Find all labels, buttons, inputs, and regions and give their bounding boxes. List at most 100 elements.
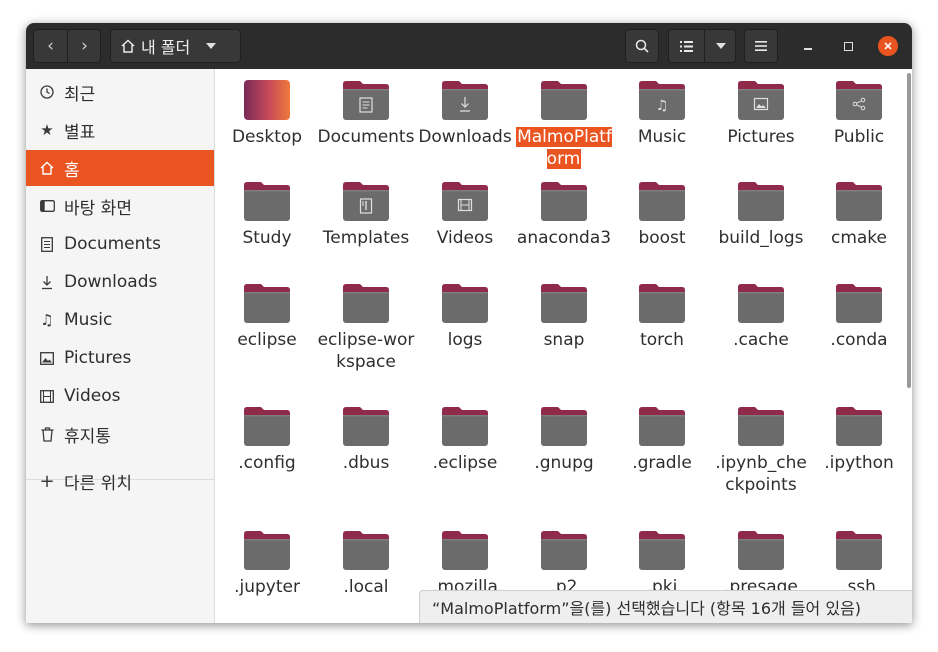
file-name: snap (543, 330, 585, 350)
trash-icon (38, 426, 56, 442)
sidebar-item-label: 최근 (64, 84, 96, 105)
svg-text:♫: ♫ (656, 98, 669, 114)
folder-icon (738, 180, 784, 222)
file-name: .jupyter (234, 577, 300, 597)
sidebar-item-label: 바탕 화면 (64, 198, 132, 219)
folder-icon (639, 529, 685, 571)
sidebar-item-label: 별표 (64, 122, 96, 143)
file-name: eclipse (237, 330, 297, 350)
maximize-button[interactable] (838, 36, 858, 56)
folder-icon (442, 529, 488, 571)
menu-button[interactable] (744, 29, 778, 63)
file-name: cmake (830, 228, 888, 248)
folder-icon (541, 79, 587, 121)
file-name: .config (238, 453, 296, 473)
sidebar-item-label: Videos (64, 386, 121, 406)
music-folder-icon: ♫ (639, 79, 685, 121)
file-name: boost (638, 228, 686, 248)
sidebar-item-videos[interactable]: Videos (26, 378, 214, 414)
file-name: Public (833, 127, 885, 147)
file-name: Videos (436, 228, 494, 248)
folder-icon (442, 282, 488, 324)
file-name: build_logs (718, 228, 804, 248)
sidebar-item-music[interactable]: ♫ Music (26, 302, 214, 338)
back-button[interactable]: ‹ (34, 30, 67, 62)
sidebar-item-recent[interactable]: 최근 (26, 74, 214, 110)
videos-folder-icon (442, 180, 488, 222)
folder-icon (343, 529, 389, 571)
file-name: Study (242, 228, 292, 248)
sidebar-item-label: Documents (64, 234, 161, 254)
view-options-button[interactable] (705, 30, 736, 62)
search-button[interactable] (625, 29, 659, 63)
maximize-icon (843, 41, 853, 51)
download-icon (38, 275, 56, 290)
folder-icon (541, 180, 587, 222)
path-label: 내 폴더 (141, 38, 191, 57)
folder-icon (244, 405, 290, 447)
file-name: .dbus (342, 453, 390, 473)
close-icon (884, 42, 892, 50)
desktop-folder-icon (244, 79, 290, 121)
search-icon (635, 39, 649, 53)
sidebar-item-other-locations[interactable]: + 다른 위치 (26, 463, 214, 499)
file-name: .cache (733, 330, 789, 350)
sidebar-item-label: 다른 위치 (64, 473, 132, 494)
folder-icon (244, 282, 290, 324)
places-sidebar: 최근 ★ 별표 홈 바탕 화면 Documents Downloads ♫ Mu… (26, 69, 215, 623)
folder-icon (639, 282, 685, 324)
file-name: Pictures (727, 127, 795, 147)
path-bar-home[interactable]: 내 폴더 (110, 29, 241, 63)
minimize-button[interactable] (798, 36, 818, 56)
file-name: Downloads (418, 127, 512, 147)
minimize-icon (804, 48, 812, 50)
chevron-right-icon: › (81, 36, 88, 56)
chevron-down-icon[interactable] (206, 43, 217, 49)
hamburger-icon (755, 41, 767, 51)
desktop-icon (38, 200, 56, 212)
file-grid: Desktop Documents Downloads MalmoPlatform ♫ M… (215, 69, 912, 623)
sidebar-item-label: Music (64, 310, 113, 330)
file-name: Music (637, 127, 687, 147)
folder-icon (442, 405, 488, 447)
close-button[interactable] (878, 36, 898, 56)
file-name: .conda (830, 330, 888, 350)
file-manager-window: ‹ › 내 폴더 최근 ★ 별표 홈 바탕 화면 Documents Downl… (26, 23, 912, 623)
folder-icon (738, 529, 784, 571)
file-name: anaconda3 (516, 228, 612, 248)
folder-icon (738, 282, 784, 324)
music-icon: ♫ (40, 311, 54, 329)
file-name: logs (447, 330, 483, 350)
folder-icon (541, 529, 587, 571)
sidebar-item-label: 휴지통 (64, 426, 111, 447)
sidebar-item-pictures[interactable]: Pictures (26, 340, 214, 376)
sidebar-item-documents[interactable]: Documents (26, 226, 214, 262)
forward-button[interactable]: › (68, 30, 101, 62)
navigation-buttons: ‹ › (33, 29, 101, 63)
folder-icon (836, 282, 882, 324)
status-floating-bar: “MalmoPlatform”을(를) 선택했습니다 (항목 16개 들어 있음… (419, 590, 912, 623)
folder-icon (244, 529, 290, 571)
sidebar-item-downloads[interactable]: Downloads (26, 264, 214, 300)
folder-icon (836, 180, 882, 222)
sidebar-item-trash[interactable]: 휴지통 (26, 416, 214, 452)
home-icon (38, 161, 56, 175)
sidebar-item-starred[interactable]: ★ 별표 (26, 112, 214, 148)
star-icon: ★ (40, 121, 54, 139)
folder-icon (343, 405, 389, 447)
file-name: Desktop (231, 127, 303, 147)
view-toggle-group (668, 29, 736, 63)
list-view-button[interactable] (669, 30, 704, 62)
sidebar-item-label: Pictures (64, 348, 132, 368)
plus-icon: + (39, 470, 55, 492)
folder-icon (244, 180, 290, 222)
file-name: .ipython (824, 453, 894, 473)
file-name: MalmoPlatform (516, 127, 612, 169)
downloads-folder-icon (442, 79, 488, 121)
file-name: .gradle (632, 453, 692, 473)
sidebar-item-desktop[interactable]: 바탕 화면 (26, 188, 214, 224)
file-name: torch (640, 330, 684, 350)
document-icon (38, 236, 56, 252)
sidebar-item-home[interactable]: 홈 (26, 150, 214, 186)
vertical-scrollbar[interactable] (907, 73, 911, 388)
